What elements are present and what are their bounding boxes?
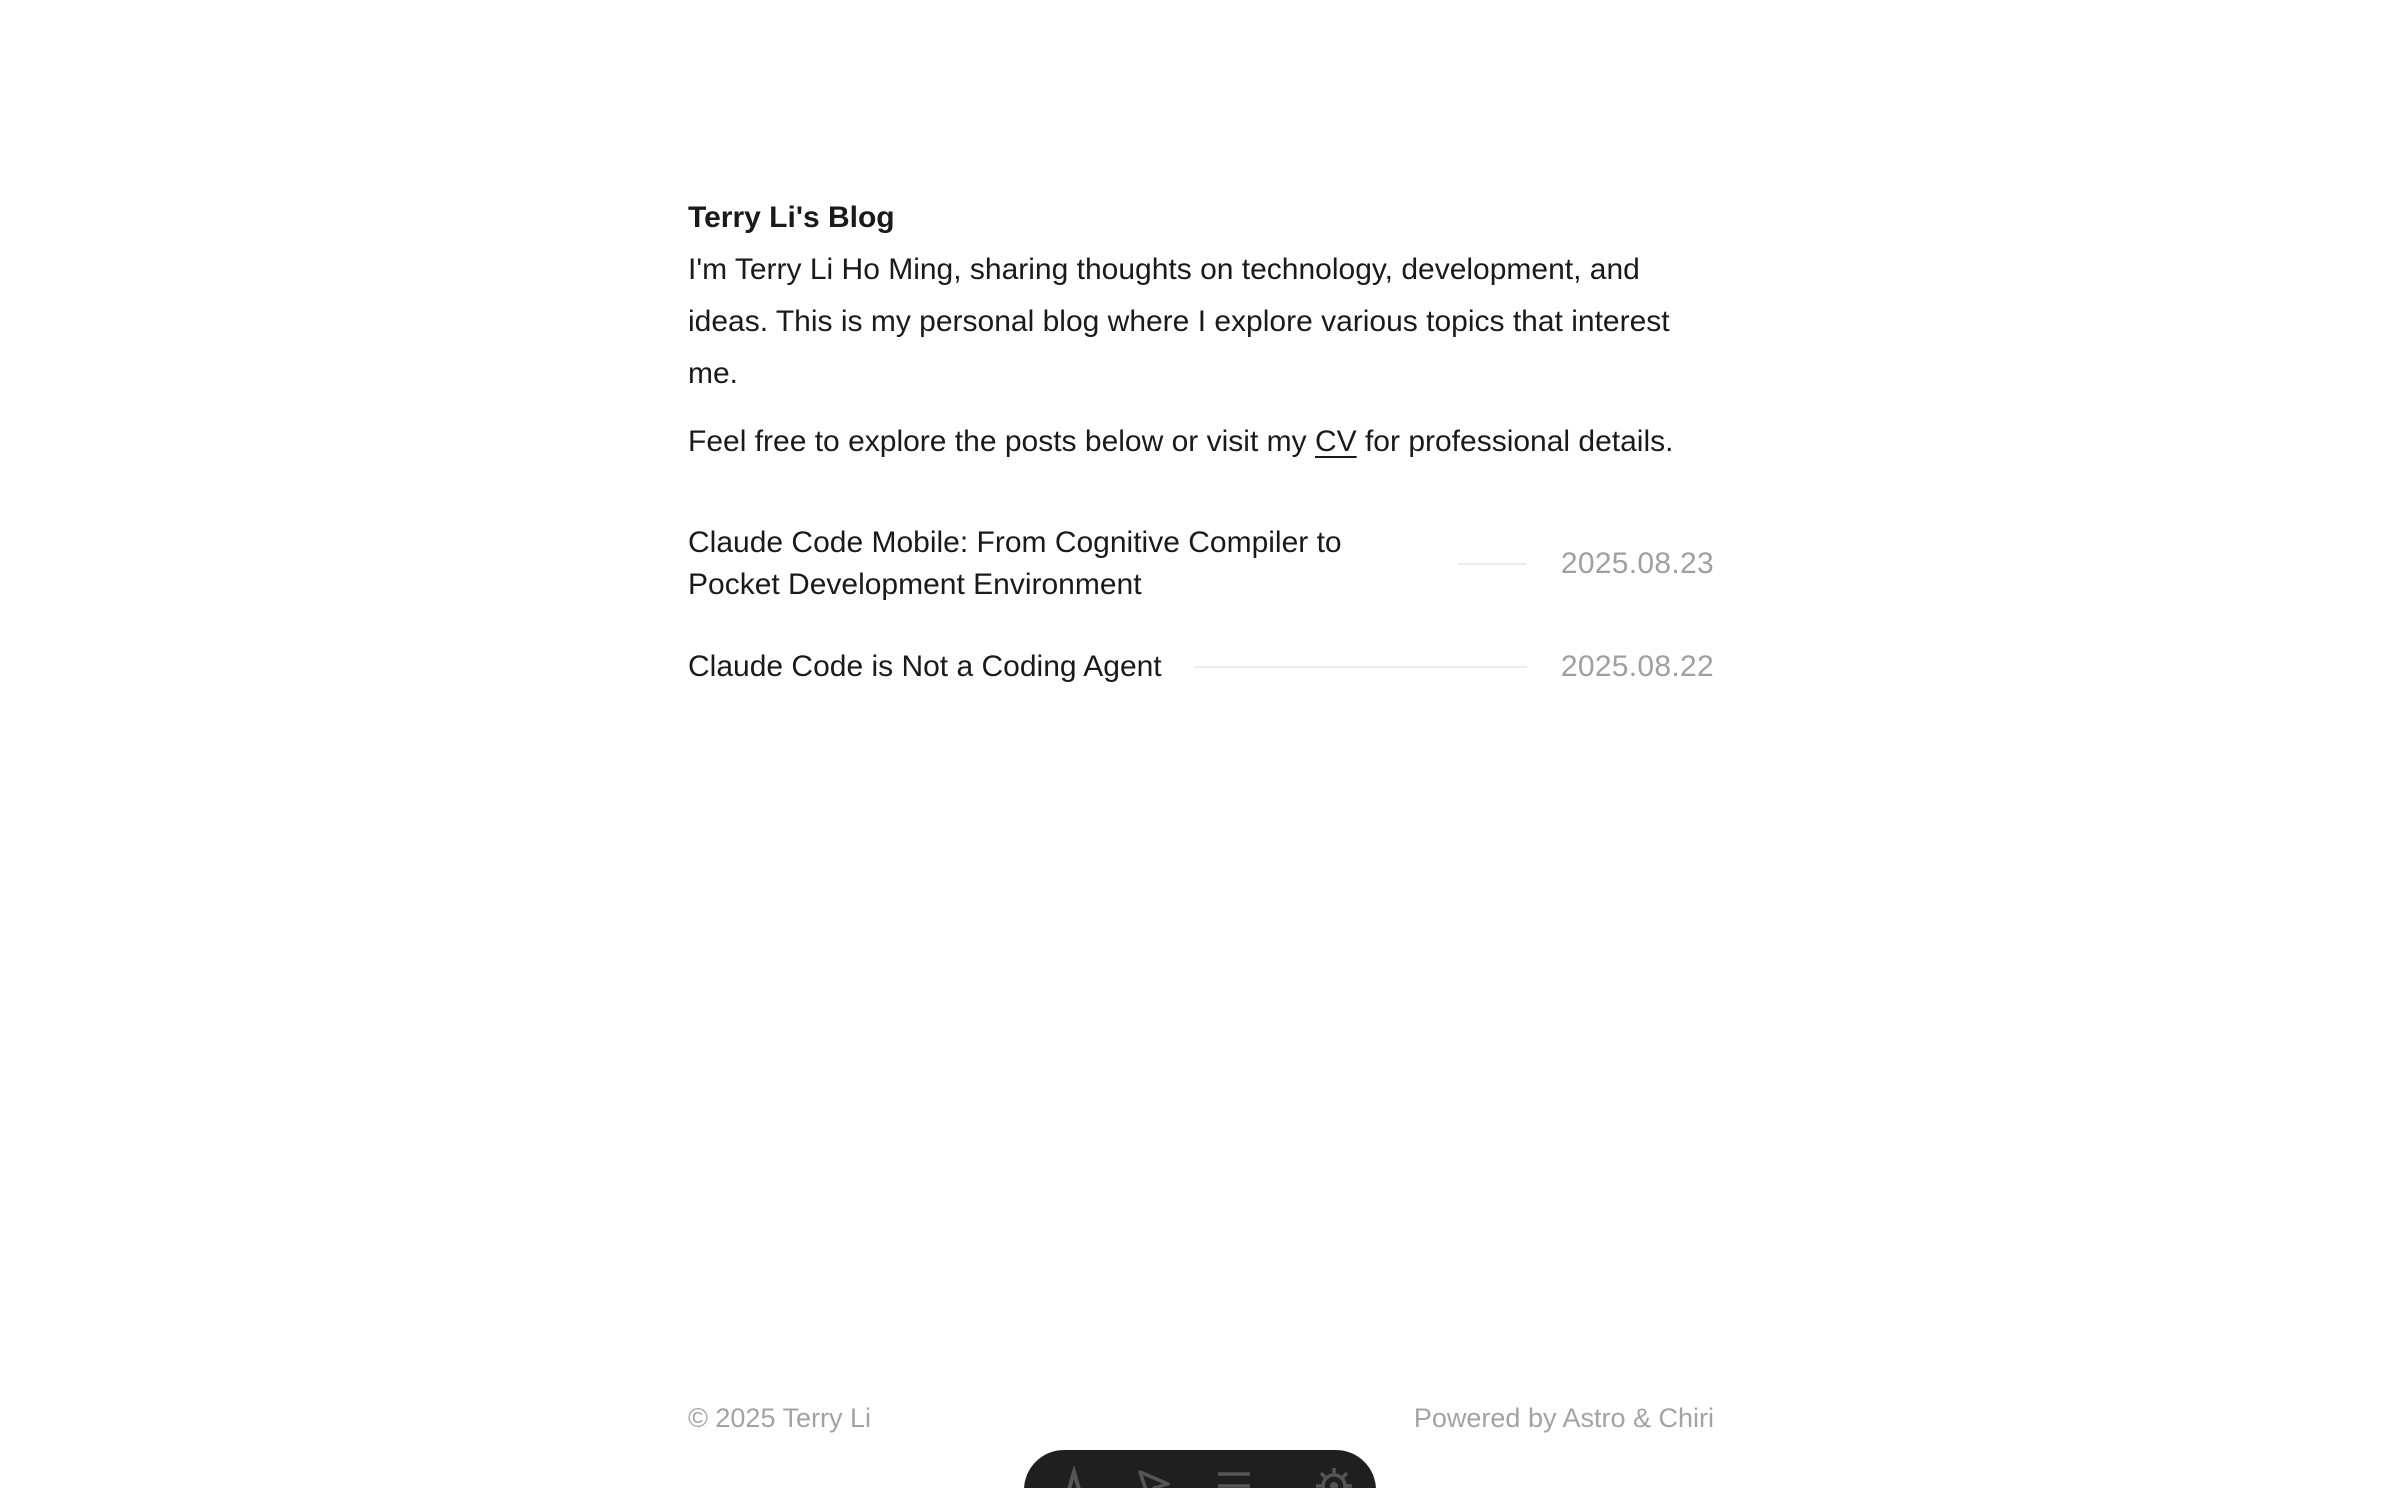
post-divider-line xyxy=(1193,666,1527,668)
post-item[interactable]: Claude Code is Not a Coding Agent 2025.0… xyxy=(688,646,1714,688)
footer-copyright: © 2025 Terry Li xyxy=(688,1403,871,1433)
intro-text-after: for professional details. xyxy=(1356,425,1674,458)
cv-link[interactable]: CV xyxy=(1315,425,1357,458)
post-title-link[interactable]: Claude Code Mobile: From Cognitive Compi… xyxy=(688,522,1348,606)
settings-gear-icon[interactable] xyxy=(1314,1466,1354,1488)
dev-toolbar xyxy=(1024,1450,1376,1488)
post-title-link[interactable]: Claude Code is Not a Coding Agent xyxy=(688,646,1162,688)
post-item[interactable]: Claude Code Mobile: From Cognitive Compi… xyxy=(688,522,1714,606)
intro-paragraph: I'm Terry Li Ho Ming, sharing thoughts o… xyxy=(688,253,1670,390)
post-date: 2025.08.23 xyxy=(1560,547,1714,580)
menu-icon[interactable] xyxy=(1214,1466,1254,1488)
astro-logo-icon[interactable] xyxy=(1054,1466,1094,1488)
intro-text-before: Feel free to explore the posts below or … xyxy=(688,425,1315,458)
site-title[interactable]: Terry Li's Blog xyxy=(688,196,1714,240)
intro-paragraph-cv: Feel free to explore the posts below or … xyxy=(688,416,1714,468)
audit-icon[interactable] xyxy=(1134,1466,1174,1488)
post-divider-line xyxy=(1458,563,1527,565)
footer: © 2025 Terry Li Powered by Astro & Chiri xyxy=(688,1398,1714,1438)
post-date: 2025.08.22 xyxy=(1560,650,1714,683)
main-content: Terry Li's Blog I'm Terry Li Ho Ming, sh… xyxy=(688,196,1714,728)
post-list: Claude Code Mobile: From Cognitive Compi… xyxy=(688,522,1714,688)
footer-powered-by-link[interactable]: Powered by Astro & Chiri xyxy=(1414,1398,1714,1438)
